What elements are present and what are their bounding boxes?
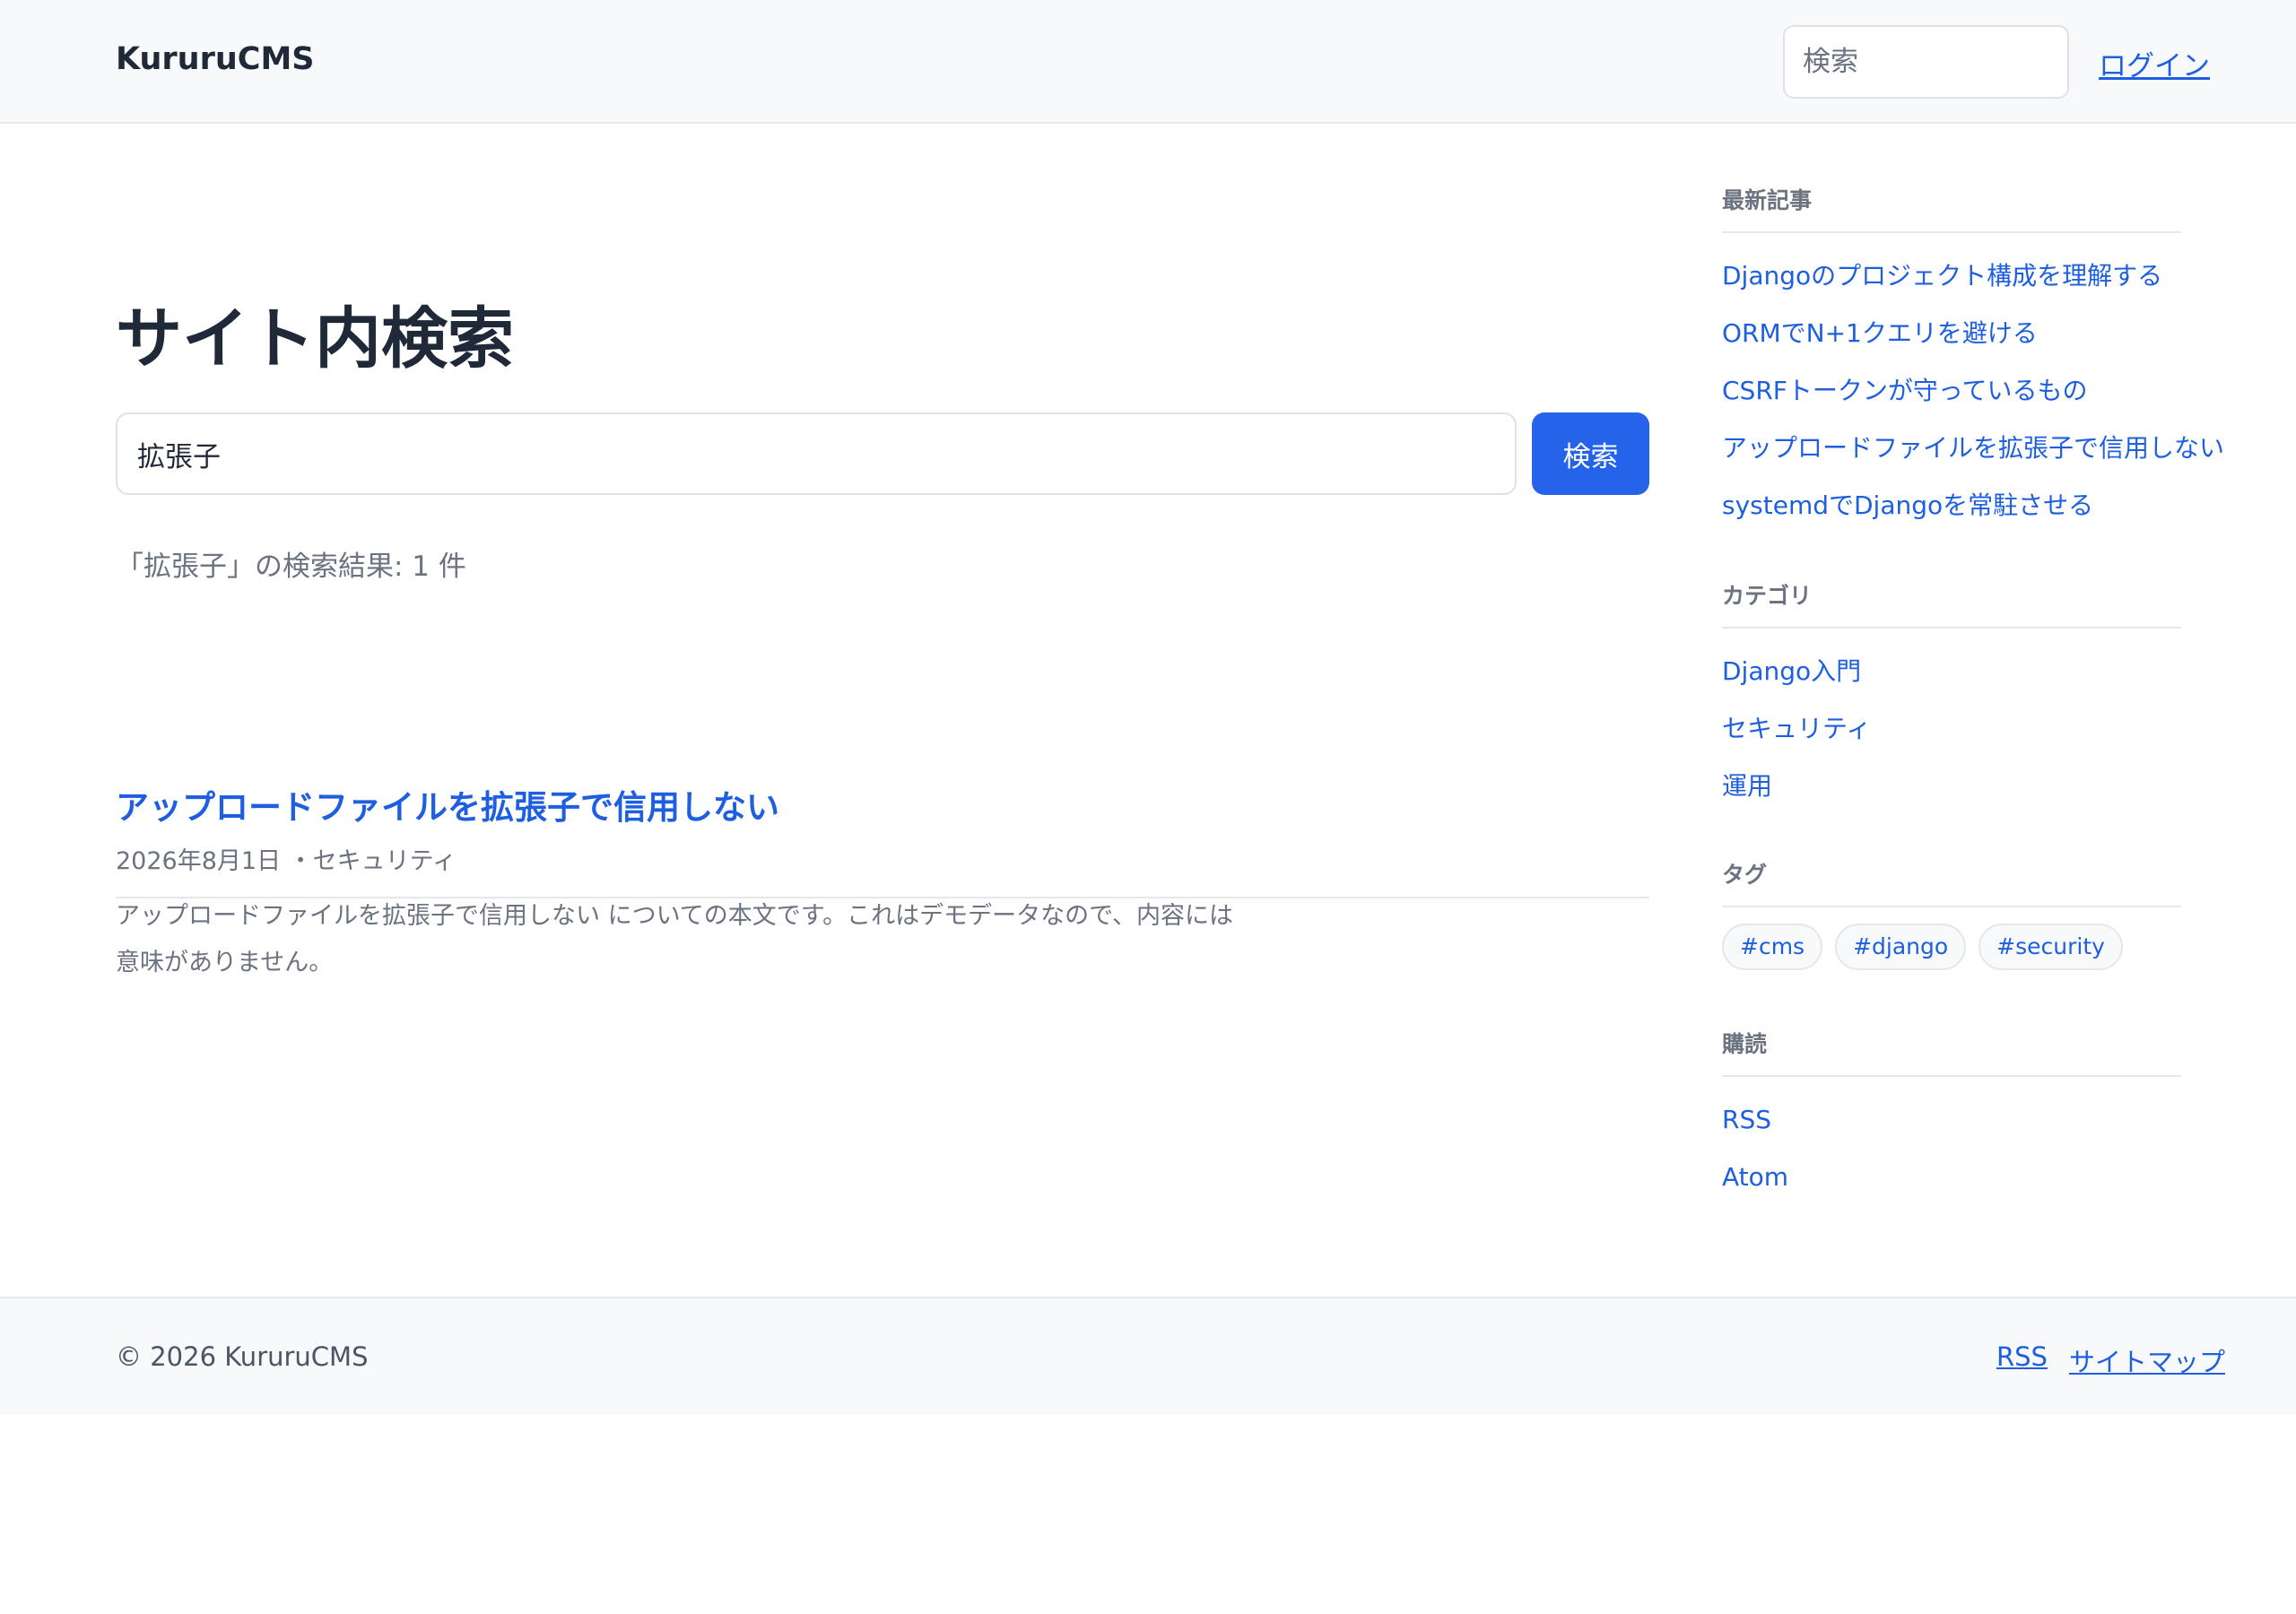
category-link[interactable]: 運用 [1722, 758, 2181, 815]
rss-feed-link[interactable]: RSS [1722, 1091, 2181, 1149]
tags-heading: タグ [1722, 857, 2181, 907]
tags-section: タグ #cms #django #security [1722, 857, 2181, 970]
site-brand[interactable]: KururuCMS [116, 41, 315, 77]
footer-rss-link[interactable]: RSS [1996, 1341, 2048, 1372]
search-button[interactable]: 検索 [1532, 412, 1649, 495]
result-meta: 2026年8月1日 ・セキュリティ [116, 847, 457, 875]
tag-list: #cms #django #security [1722, 922, 2181, 970]
categories-section: カテゴリ Django入門 セキュリティ 運用 [1722, 578, 2181, 815]
login-link[interactable]: ログイン [2099, 43, 2210, 83]
search-result-item: アップロードファイルを拡張子で信用しない 2026年8月1日 ・セキュリティ ア… [116, 644, 1649, 976]
recent-post-link[interactable]: CSRFトークンが守っているもの [1722, 362, 2181, 420]
copyright: © 2026 KururuCMS [116, 1341, 369, 1372]
subscribe-section: 購読 RSS Atom [1722, 1027, 2181, 1206]
site-header: KururuCMS ログイン [0, 0, 2296, 124]
header-search-input[interactable] [1783, 25, 2069, 99]
recent-post-link[interactable]: ORMでN+1クエリを避ける [1722, 305, 2181, 362]
footer-sitemap-link[interactable]: サイトマップ [2069, 1341, 2225, 1379]
page-title: サイト内検索 [116, 300, 514, 377]
site-footer: © 2026 KururuCMS RSS サイトマップ [0, 1297, 2296, 1415]
subscribe-heading: 購読 [1722, 1027, 2181, 1077]
tag-chip[interactable]: #django [1835, 924, 1967, 970]
category-link[interactable]: セキュリティ [1722, 700, 2181, 758]
recent-posts-heading: 最新記事 [1722, 183, 2181, 233]
recent-posts-section: 最新記事 Djangoのプロジェクト構成を理解する ORMでN+1クエリを避ける… [1722, 183, 2224, 534]
category-link[interactable]: Django入門 [1722, 643, 2181, 700]
recent-post-link[interactable]: アップロードファイルを拡張子で信用しない [1722, 420, 2224, 477]
recent-post-link[interactable]: Djangoのプロジェクト構成を理解する [1722, 247, 2181, 305]
recent-post-link[interactable]: systemdでDjangoを常駐させる [1722, 477, 2181, 534]
categories-heading: カテゴリ [1722, 578, 2181, 629]
result-summary: 「拡張子」の検索結果: 1 件 [116, 551, 466, 583]
result-excerpt: アップロードファイルを拡張子で信用しない についての本文です。これはデモデータな… [116, 902, 1233, 976]
atom-feed-link[interactable]: Atom [1722, 1149, 2181, 1206]
tag-chip[interactable]: #cms [1722, 924, 1823, 970]
search-input[interactable] [116, 412, 1517, 495]
result-title-link[interactable]: アップロードファイルを拡張子で信用しない [116, 780, 779, 829]
tag-chip[interactable]: #security [1979, 924, 2123, 970]
